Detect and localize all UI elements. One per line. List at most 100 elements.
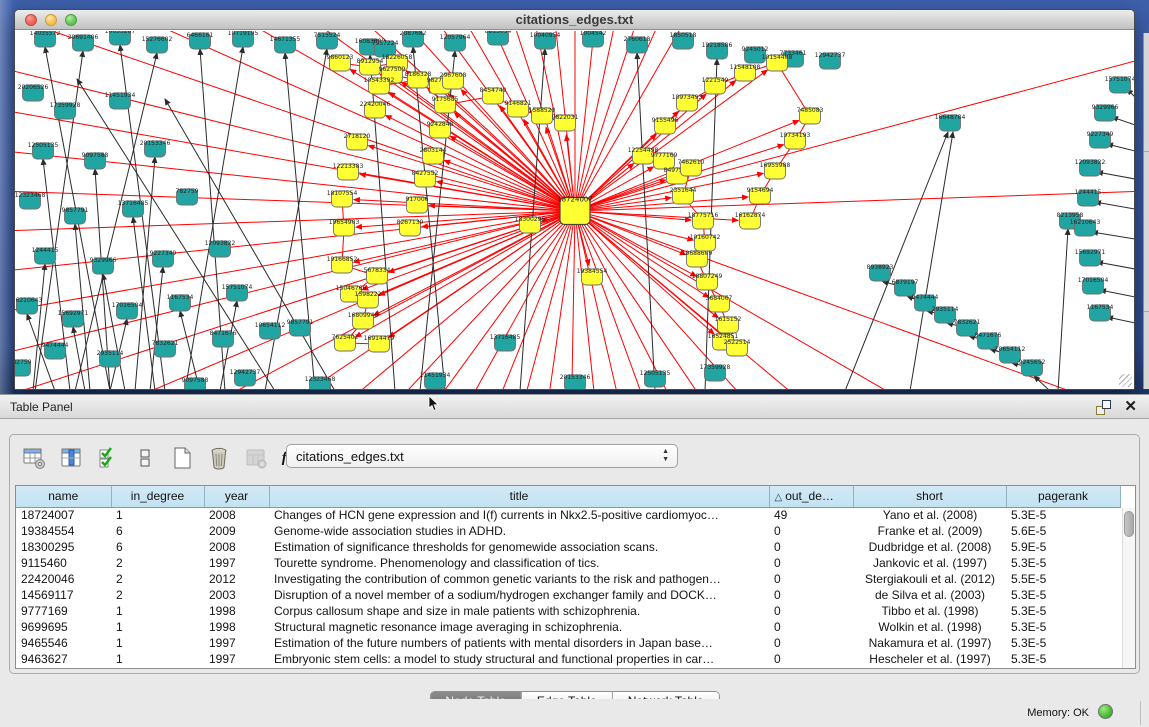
graph-node[interactable]: 11451934 [105, 92, 136, 109]
cell-pagerank[interactable]: 5.3E-5 [1006, 619, 1120, 635]
graph-node[interactable]: 13716485 [490, 334, 521, 351]
graph-node[interactable]: 12093822 [1075, 159, 1106, 176]
cell-short[interactable]: Nakamura et al. (1997) [853, 635, 1006, 651]
graph-node[interactable]: 7485083 [797, 107, 824, 124]
table-row[interactable]: 1830029562008Estimation of significance … [16, 539, 1120, 555]
graph-node[interactable]: 1221549 [702, 77, 729, 94]
scrollbar-thumb[interactable] [1124, 511, 1134, 537]
cell-pagerank[interactable]: 5.6E-5 [1006, 523, 1120, 539]
graph-node[interactable]: 9227349 [1087, 131, 1114, 148]
table-row[interactable]: 977716911998Corpus callosum shape and si… [16, 603, 1120, 619]
graph-node[interactable]: 13716485 [118, 200, 149, 217]
table-row[interactable]: 969969511998Structural magnetic resonanc… [16, 619, 1120, 635]
graph-node[interactable]: 18807249 [692, 273, 723, 290]
graph-node[interactable]: 12213383 [333, 163, 364, 180]
graph-node[interactable]: 3684067 [706, 295, 733, 312]
graph-node[interactable]: 16210643 [1070, 219, 1101, 236]
graph-node[interactable]: 2522514 [724, 339, 751, 356]
cell-short[interactable]: Yano et al. (2008) [853, 507, 1006, 523]
graph-node[interactable]: 9097588 [182, 377, 209, 389]
column-header-short[interactable]: short [853, 486, 1006, 507]
column-header-out_de[interactable]: △out_de… [769, 486, 853, 507]
cell-short[interactable]: Wolkin et al. (1998) [853, 619, 1006, 635]
cell-short[interactable]: Hescheler et al. (1997) [853, 651, 1006, 667]
network-canvas[interactable]: 1403557220691406106532871527660264661611… [15, 31, 1134, 389]
graph-node[interactable]: 15751074 [222, 284, 253, 301]
cell-short[interactable]: Franke et al. (2009) [853, 523, 1006, 539]
graph-node[interactable]: 19384554 [577, 268, 608, 285]
graph-node[interactable]: 16162874 [735, 212, 766, 229]
cell-in_degree[interactable]: 6 [111, 539, 204, 555]
graph-node[interactable]: 12057964 [440, 34, 471, 51]
cell-name[interactable]: 9777169 [16, 603, 111, 619]
graph-node[interactable]: 2351644 [670, 187, 697, 204]
graph-node[interactable]: 2718120 [344, 133, 371, 150]
column-header-title[interactable]: title [269, 486, 769, 507]
graph-node[interactable]: 1850518 [670, 32, 697, 49]
network-window[interactable]: citations_edges.txt 14035572206914061065… [14, 9, 1135, 390]
cell-in_degree[interactable]: 2 [111, 571, 204, 587]
cell-out_de[interactable]: 0 [769, 587, 853, 603]
cell-title[interactable]: Embryonic stem cells: a model to study s… [269, 651, 769, 667]
graph-node[interactable]: 14035572 [30, 31, 61, 47]
table-row[interactable]: 2242004622012Investigating the contribut… [16, 571, 1120, 587]
cell-year[interactable]: 2012 [204, 571, 269, 587]
graph-node[interactable]: 17359928 [50, 102, 81, 119]
graph-node[interactable]: 11451934 [420, 372, 451, 389]
cell-year[interactable]: 1998 [204, 603, 269, 619]
column-header-name[interactable]: name [16, 486, 111, 507]
graph-node[interactable]: 19166852 [327, 256, 358, 273]
cell-name[interactable]: 22420046 [16, 571, 111, 587]
cell-out_de[interactable]: 0 [769, 555, 853, 571]
graph-node[interactable]: 10040954 [530, 32, 561, 49]
graph-node[interactable]: 2935114 [97, 350, 124, 367]
table-row[interactable]: 1872400712008Changes of HCN gene express… [16, 507, 1120, 523]
table-settings-icon[interactable] [20, 444, 48, 472]
graph-node[interactable]: 1167534 [167, 294, 194, 311]
row-check-icon[interactable] [94, 444, 122, 472]
cell-out_de[interactable]: 0 [769, 619, 853, 635]
graph-node[interactable]: 2087682 [400, 31, 427, 47]
graph-node[interactable]: 8938923 [867, 264, 894, 281]
graph-node[interactable]: 10688609 [682, 250, 713, 267]
column-header-in_degree[interactable]: in_degree [111, 486, 204, 507]
graph-node[interactable]: 7625402 [332, 334, 359, 351]
graph-node[interactable]: 9155496 [652, 117, 679, 134]
graph-node[interactable]: 9146821 [505, 100, 532, 117]
table-selector-dropdown[interactable]: citations_edges.txt ▲▼ [286, 444, 678, 468]
graph-node[interactable]: 20153346 [560, 374, 591, 389]
graph-node[interactable]: 2803144 [420, 147, 447, 164]
new-document-icon[interactable] [168, 444, 196, 472]
cell-pagerank[interactable]: 5.3E-5 [1006, 635, 1120, 651]
cell-pagerank[interactable]: 5.3E-5 [1006, 603, 1120, 619]
cell-pagerank[interactable]: 5.3E-5 [1006, 555, 1120, 571]
cell-short[interactable]: Dudbridge et al. (2008) [853, 539, 1006, 555]
table-scrollbar[interactable] [1122, 508, 1135, 668]
graph-node[interactable]: 1598222 [355, 291, 382, 308]
cell-name[interactable]: 14569117 [16, 587, 111, 603]
cell-name[interactable]: 9465546 [16, 635, 111, 651]
graph-node[interactable]: 8427552 [412, 170, 439, 187]
cell-out_de[interactable]: 0 [769, 539, 853, 555]
graph-node[interactable]: 9227349 [150, 250, 177, 267]
graph-node[interactable]: 9245652 [1019, 359, 1046, 376]
cell-title[interactable]: Genome-wide association studies in ADHD. [269, 523, 769, 539]
graph-node[interactable]: 18775716 [688, 212, 719, 229]
table-row[interactable]: 911546021997Tourette syndrome. Phenomeno… [16, 555, 1120, 571]
cell-in_degree[interactable]: 2 [111, 555, 204, 571]
graph-node[interactable]: 917006 [406, 196, 429, 213]
graph-node[interactable]: 12942737 [815, 52, 846, 69]
graph-node[interactable]: 10160742 [690, 234, 721, 251]
cell-year[interactable]: 2008 [204, 507, 269, 523]
graph-node[interactable]: 10719195 [228, 31, 259, 47]
cell-in_degree[interactable]: 1 [111, 507, 204, 523]
cell-name[interactable]: 9115460 [16, 555, 111, 571]
graph-node[interactable]: 12323468 [305, 376, 336, 389]
graph-node[interactable]: 10154408 [762, 54, 793, 71]
graph-node[interactable]: 18724007 [557, 196, 593, 225]
graph-node[interactable]: 20153346 [140, 140, 171, 157]
window-titlebar[interactable]: citations_edges.txt [15, 10, 1134, 30]
cell-out_de[interactable]: 49 [769, 507, 853, 523]
graph-node[interactable]: 9329966 [90, 257, 117, 274]
graph-node[interactable]: 7462610 [678, 159, 705, 176]
